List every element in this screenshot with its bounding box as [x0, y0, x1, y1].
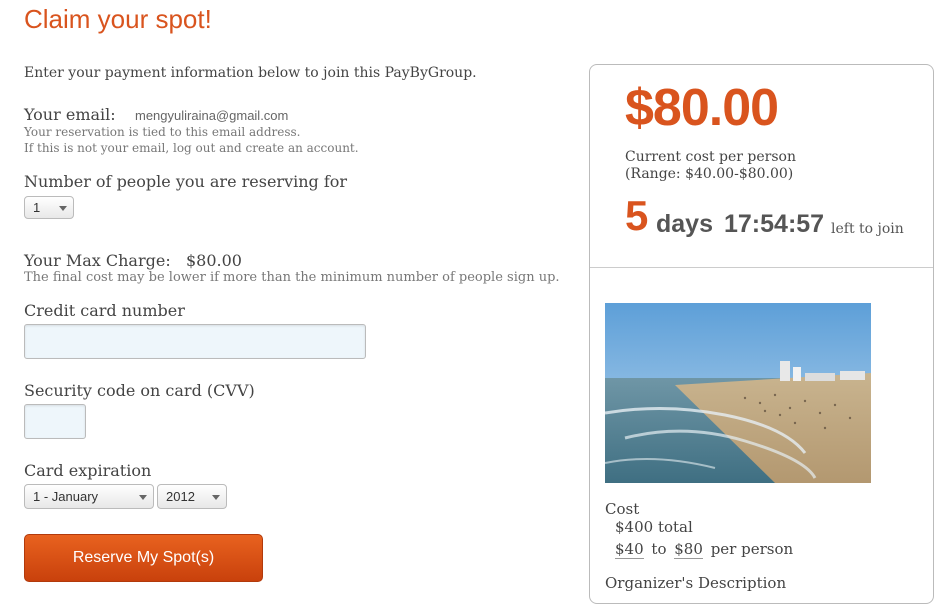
chevron-down-icon [139, 495, 147, 500]
price-range-text: (Range: $40.00-$80.00) [625, 166, 794, 182]
expiration-month-value: 1 - January [33, 489, 99, 504]
days-word: days [656, 210, 713, 238]
page-title: Claim your spot! [24, 4, 212, 34]
price-range-row: $40 to $80 per person [615, 540, 794, 559]
cvv-label: Security code on card (CVV) [24, 381, 255, 400]
expiration-year-value: 2012 [166, 489, 195, 504]
expiration-month-select[interactable]: 1 - January [24, 484, 154, 509]
to-text: to [651, 540, 667, 558]
people-count-value: 1 [33, 200, 41, 215]
email-label: Your email: [24, 105, 116, 124]
organizer-description-heading: Organizer's Description [605, 574, 787, 592]
beach-photo [605, 303, 871, 483]
email-note-2: If this is not your email, log out and c… [24, 141, 359, 155]
email-note-1: Your reservation is tied to this email a… [24, 125, 301, 139]
left-to-join-text: left to join [831, 221, 904, 237]
max-charge-note: The final cost may be lower if more than… [24, 270, 560, 285]
cost-per-person-label: Current cost per person (Range: $40.00-$… [625, 149, 796, 183]
panel-divider [590, 267, 933, 268]
cvv-input[interactable] [24, 404, 86, 439]
cost-label: Cost [605, 500, 640, 518]
reserve-spots-button[interactable]: Reserve My Spot(s) [24, 534, 263, 582]
expiration-year-select[interactable]: 2012 [157, 484, 227, 509]
people-count-select[interactable]: 1 [24, 196, 74, 219]
intro-text: Enter your payment information below to … [24, 65, 477, 81]
max-price: $80 [674, 540, 703, 559]
min-price: $40 [615, 540, 644, 559]
countdown-timer: 17:54:57 [724, 210, 825, 238]
chevron-down-icon [212, 495, 220, 500]
chevron-down-icon [59, 206, 67, 211]
card-expiration-label: Card expiration [24, 461, 152, 480]
days-count: 5 [625, 192, 649, 239]
cost-per-person-text: Current cost per person [625, 149, 796, 165]
current-price: $80.00 [625, 79, 779, 137]
max-charge-value: $80.00 [186, 251, 242, 270]
card-number-label: Credit card number [24, 301, 185, 320]
per-person-text: per person [710, 540, 794, 558]
card-number-input[interactable] [24, 324, 366, 359]
total-cost: $400 total [615, 518, 693, 536]
max-charge-label: Your Max Charge: [24, 251, 171, 270]
email-value: mengyuliraina@gmail.com [135, 108, 289, 123]
people-count-label: Number of people you are reserving for [24, 172, 348, 191]
